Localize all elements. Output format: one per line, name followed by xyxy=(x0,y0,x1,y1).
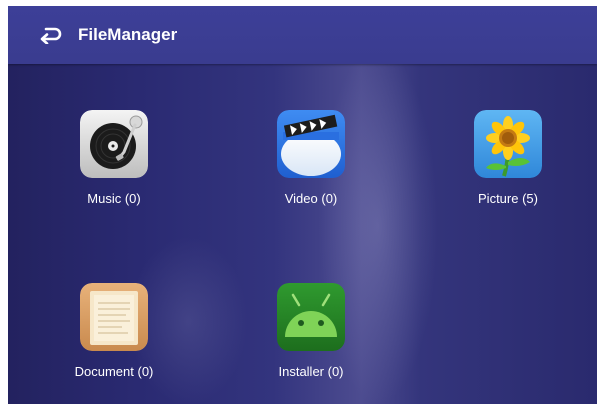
category-label: Installer (0) xyxy=(278,364,344,379)
android-installer-icon xyxy=(277,283,345,351)
sunflower-picture-icon xyxy=(474,110,542,178)
category-picture[interactable]: Picture (5) xyxy=(433,110,583,230)
category-music[interactable]: Music (0) xyxy=(39,110,189,230)
back-arrow-icon xyxy=(40,27,62,44)
category-video[interactable]: Video (0) xyxy=(236,110,386,230)
category-document[interactable]: Document (0) xyxy=(39,283,189,403)
file-manager-window: FileManager Music (0) Video (0) Picture … xyxy=(8,6,597,404)
document-icon xyxy=(80,283,148,351)
video-clapper-icon xyxy=(277,110,345,178)
title-bar: FileManager xyxy=(8,6,597,64)
category-label: Document (0) xyxy=(74,364,154,379)
category-installer[interactable]: Installer (0) xyxy=(236,283,386,403)
category-label: Picture (5) xyxy=(478,191,538,206)
category-label: Music (0) xyxy=(87,191,141,206)
back-button[interactable] xyxy=(30,15,70,55)
app-title: FileManager xyxy=(78,25,178,44)
music-turntable-icon xyxy=(80,110,148,178)
category-label: Video (0) xyxy=(284,191,338,206)
